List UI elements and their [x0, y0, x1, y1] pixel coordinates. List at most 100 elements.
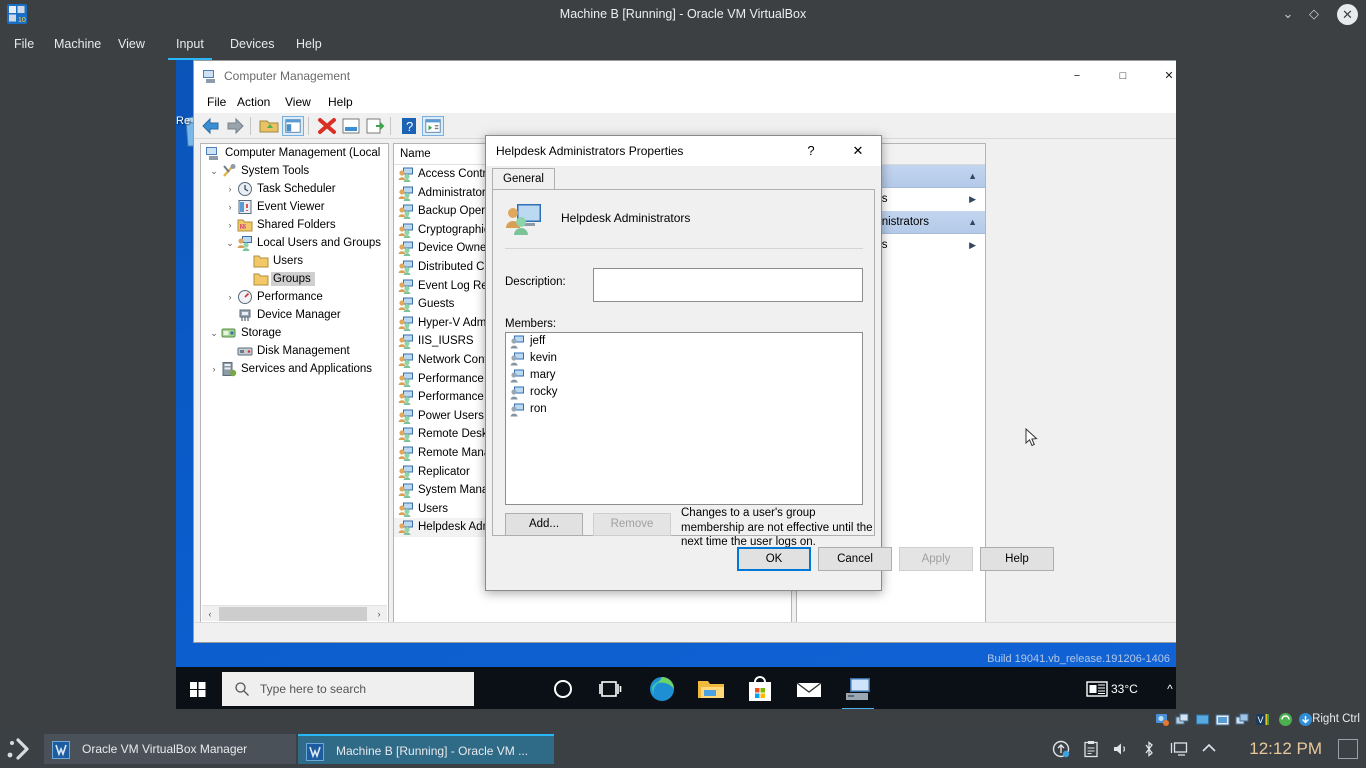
- scroll-right-arrow-icon[interactable]: ›: [371, 606, 387, 622]
- cm-maximize-button[interactable]: □: [1100, 61, 1146, 91]
- vbox-close-button[interactable]: ✕: [1337, 4, 1358, 25]
- start-button-icon[interactable]: [176, 667, 222, 711]
- host-task-machine-b[interactable]: Machine B [Running] - Oracle VM ...: [298, 734, 554, 764]
- chevron-right-icon[interactable]: ›: [223, 216, 237, 234]
- vbox-menu-help[interactable]: Help: [288, 28, 330, 60]
- help-icon[interactable]: ?: [398, 116, 420, 136]
- tray-expand-caret-icon[interactable]: [1200, 740, 1218, 758]
- description-input[interactable]: [593, 268, 863, 302]
- console-tree-panel[interactable]: Computer Management (Local⌄System Tools›…: [200, 143, 389, 623]
- video-capture-icon[interactable]: V: [1255, 712, 1270, 727]
- tree-item-disk-management[interactable]: Disk Management: [201, 342, 388, 360]
- host-task-virtualbox-manager[interactable]: Oracle VM VirtualBox Manager: [44, 734, 296, 764]
- volume-icon[interactable]: [1112, 740, 1130, 758]
- mouse-integration-icon[interactable]: [1278, 712, 1293, 727]
- applications-menu-icon[interactable]: [4, 734, 38, 764]
- cm-minimize-button[interactable]: −: [1054, 61, 1100, 91]
- tree-item-computer-management-local[interactable]: Computer Management (Local: [201, 144, 388, 162]
- help-button[interactable]: Help: [980, 547, 1054, 571]
- vbox-menu-input[interactable]: Input: [168, 28, 212, 60]
- show-desktop-button[interactable]: [1338, 739, 1358, 759]
- members-listbox[interactable]: jeffkevinmaryrockyron: [505, 332, 863, 505]
- menu-action[interactable]: Action: [230, 91, 277, 113]
- tab-general[interactable]: General: [492, 168, 555, 190]
- tree-horizontal-scrollbar[interactable]: ‹ ›: [202, 605, 387, 621]
- submenu-caret-icon[interactable]: ▶: [969, 234, 976, 257]
- add-member-button[interactable]: Add...: [505, 513, 583, 536]
- cortana-icon[interactable]: [547, 673, 579, 705]
- tree-item-event-viewer[interactable]: ›Event Viewer: [201, 198, 388, 216]
- vbox-maximize-button[interactable]: ◇: [1304, 4, 1324, 24]
- shared-folders-icon[interactable]: [1215, 712, 1230, 727]
- dialog-help-button[interactable]: ?: [791, 136, 831, 166]
- vbox-menu-devices[interactable]: Devices: [222, 28, 282, 60]
- member-list-item[interactable]: mary: [506, 367, 862, 384]
- export-list-icon[interactable]: [364, 116, 386, 136]
- microsoft-store-icon[interactable]: [744, 673, 776, 705]
- chevron-down-icon[interactable]: ⌄: [207, 162, 221, 180]
- network-indicator-icon[interactable]: [1195, 712, 1210, 727]
- clipboard-icon[interactable]: [1082, 740, 1100, 758]
- task-view-icon[interactable]: [595, 673, 627, 705]
- bluetooth-icon[interactable]: [1140, 740, 1158, 758]
- tray-overflow-caret-icon[interactable]: ^: [1159, 667, 1176, 711]
- vbox-menu-view[interactable]: View: [110, 28, 153, 60]
- submenu-caret-icon[interactable]: ▶: [969, 188, 976, 211]
- member-list-item[interactable]: ron: [506, 401, 862, 418]
- cm-close-button[interactable]: ✕: [1146, 61, 1176, 91]
- tree-item-performance[interactable]: ›Performance: [201, 288, 388, 306]
- member-list-item[interactable]: kevin: [506, 350, 862, 367]
- menu-view[interactable]: View: [278, 91, 318, 113]
- scroll-left-arrow-icon[interactable]: ‹: [202, 606, 218, 622]
- vbox-minimize-button[interactable]: ⌄: [1278, 4, 1298, 24]
- tree-item-task-scheduler[interactable]: ›Task Scheduler: [201, 180, 388, 198]
- tree-item-groups[interactable]: Groups: [201, 270, 388, 288]
- ok-button[interactable]: OK: [737, 547, 811, 571]
- chevron-down-icon[interactable]: ⌄: [223, 234, 237, 252]
- host-clock[interactable]: 12:12 PM: [1249, 730, 1322, 768]
- chevron-down-icon[interactable]: ⌄: [207, 324, 221, 342]
- display-indicator-icon[interactable]: [1235, 712, 1250, 727]
- properties-icon[interactable]: [340, 116, 362, 136]
- news-weather-icon[interactable]: [1084, 667, 1110, 711]
- computer-management-taskbar-icon[interactable]: [842, 673, 874, 705]
- tree-item-system-tools[interactable]: ⌄System Tools: [201, 162, 388, 180]
- edge-icon[interactable]: [646, 673, 678, 705]
- scrollbar-thumb[interactable]: [219, 607, 367, 621]
- back-arrow-icon[interactable]: [200, 116, 222, 136]
- tree-item-shared-folders[interactable]: ›22Shared Folders: [201, 216, 388, 234]
- forward-arrow-icon[interactable]: [224, 116, 246, 136]
- vbox-menu-machine[interactable]: Machine: [46, 28, 109, 60]
- tree-item-services-and-applications[interactable]: ›Services and Applications: [201, 360, 388, 378]
- cancel-button[interactable]: Cancel: [818, 547, 892, 571]
- weather-temperature[interactable]: 33°C: [1111, 667, 1138, 711]
- tree-item-local-users-and-groups[interactable]: ⌄Local Users and Groups: [201, 234, 388, 252]
- optical-drive-icon[interactable]: [1175, 712, 1190, 727]
- member-list-item[interactable]: jeff: [506, 333, 862, 350]
- collapse-caret-icon[interactable]: ▲: [968, 165, 977, 188]
- search-input[interactable]: Type here to search: [222, 672, 474, 706]
- vbox-menu-file[interactable]: File: [6, 28, 42, 60]
- delete-icon[interactable]: [316, 116, 338, 136]
- menu-file[interactable]: File: [200, 91, 233, 113]
- chevron-right-icon[interactable]: ›: [223, 180, 237, 198]
- dialog-close-button[interactable]: ✕: [835, 136, 881, 166]
- tree-item-storage[interactable]: ⌄Storage: [201, 324, 388, 342]
- mail-icon[interactable]: [793, 673, 825, 705]
- tree-item-device-manager[interactable]: Device Manager: [201, 306, 388, 324]
- chevron-right-icon[interactable]: ›: [223, 288, 237, 306]
- display-settings-icon[interactable]: [1170, 740, 1188, 758]
- chevron-right-icon[interactable]: ›: [207, 360, 221, 378]
- tree-item-users[interactable]: Users: [201, 252, 388, 270]
- menu-help[interactable]: Help: [321, 91, 360, 113]
- guest-additions-icon[interactable]: [1298, 712, 1313, 727]
- hard-disk-indicator-icon[interactable]: [1155, 712, 1170, 727]
- chevron-right-icon[interactable]: ›: [223, 198, 237, 216]
- show-action-pane-icon[interactable]: [422, 116, 444, 136]
- collapse-caret-icon[interactable]: ▲: [968, 211, 977, 234]
- software-update-icon[interactable]: [1052, 740, 1070, 758]
- file-explorer-icon[interactable]: [695, 673, 727, 705]
- member-list-item[interactable]: rocky: [506, 384, 862, 401]
- up-folder-icon[interactable]: [258, 116, 280, 136]
- show-hide-tree-icon[interactable]: [282, 116, 304, 136]
